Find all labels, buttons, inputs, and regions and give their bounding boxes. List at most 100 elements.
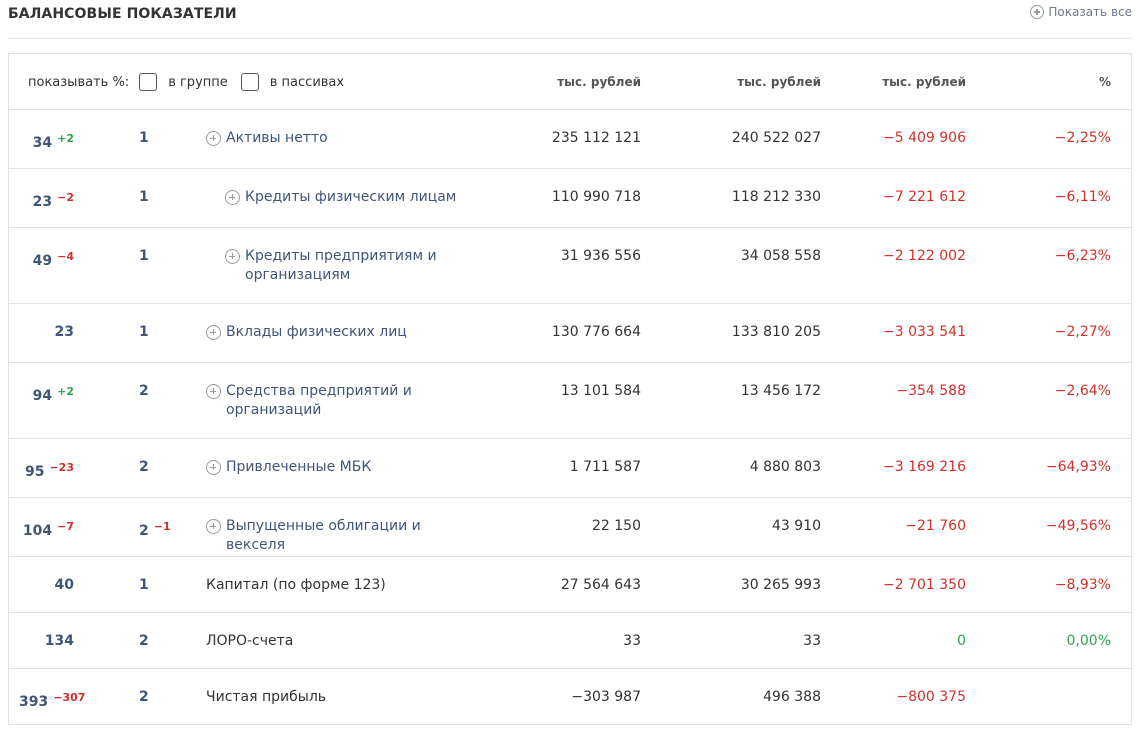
rank-delta: −307 xyxy=(53,691,86,704)
indicator-name: ЛОРО-счета xyxy=(206,633,294,649)
value-current: 235 112 121 xyxy=(551,130,641,146)
rank-value: 95 xyxy=(24,464,45,480)
expand-plus-icon[interactable] xyxy=(206,384,221,399)
indicator-name-cell: Чистая прибыль xyxy=(206,688,476,707)
group-value: 2 xyxy=(139,689,149,705)
group-value: 1 xyxy=(139,577,149,593)
group-cell: 2 −1 xyxy=(139,517,199,541)
in-group-label: в группе xyxy=(168,74,228,90)
value-current: 130 776 664 xyxy=(551,324,641,340)
indicator-name-cell[interactable]: Вклады физических лиц xyxy=(206,323,476,342)
in-liabilities-checkbox[interactable] xyxy=(240,73,259,91)
table-header: показывать %: в группе в пассивах тыс. р… xyxy=(9,54,1131,110)
expand-plus-icon[interactable] xyxy=(206,131,221,146)
indicator-name-cell[interactable]: Кредиты предприятиям и организациям xyxy=(225,247,495,285)
group-value: 2 xyxy=(139,523,149,539)
group-delta: −1 xyxy=(153,520,171,533)
rank-delta: −7 xyxy=(57,520,74,533)
indicator-name[interactable]: Вклады физических лиц xyxy=(226,323,407,342)
value-previous: 43 910 xyxy=(772,518,821,534)
percent-options: показывать %: в группе в пассивах xyxy=(28,54,344,110)
indicator-name-cell: ЛОРО-счета xyxy=(206,632,476,651)
rank-cell: 95 −23 xyxy=(19,458,74,482)
value-change: −5 409 906 xyxy=(883,130,966,146)
value-previous: 4 880 803 xyxy=(749,459,821,475)
rank-cell: 23 −2 xyxy=(19,188,74,212)
table-row: 23 1 Вклады физических лиц 130 776 664 133 8… xyxy=(9,304,1131,363)
rank-cell: 49 −4 xyxy=(19,247,74,271)
indicator-name-cell[interactable]: Привлеченные МБК xyxy=(206,458,476,477)
rank-value: 49 xyxy=(32,253,53,269)
group-cell: 2 xyxy=(139,458,199,477)
indicator-name[interactable]: Привлеченные МБК xyxy=(226,458,371,477)
indicator-name-cell[interactable]: Кредиты физическим лицам xyxy=(225,188,495,207)
indicator-name[interactable]: Кредиты физическим лицам xyxy=(245,188,456,207)
percent-change: −49,56% xyxy=(1045,518,1111,534)
rank-value: 40 xyxy=(54,577,74,593)
page-title: БАЛАНСОВЫЕ ПОКАЗАТЕЛИ xyxy=(8,6,237,22)
expand-plus-icon[interactable] xyxy=(206,519,221,534)
rank-value: 23 xyxy=(54,324,74,340)
group-value: 2 xyxy=(139,633,149,649)
table-row: 49 −4 1 Кредиты предприятиям и организациям… xyxy=(9,228,1131,304)
percent-change: 0,00% xyxy=(1066,633,1111,649)
value-current: 33 xyxy=(623,633,641,649)
value-previous: 496 388 xyxy=(763,689,821,705)
column-header-1[interactable]: тыс. рублей xyxy=(489,54,641,110)
indicator-name-cell[interactable]: Выпущенные облигации и векселя xyxy=(206,517,476,555)
rank-delta: −4 xyxy=(57,250,74,263)
value-current: 110 990 718 xyxy=(551,189,641,205)
percent-change: −6,23% xyxy=(1054,248,1111,264)
value-change: −7 221 612 xyxy=(883,189,966,205)
group-value: 1 xyxy=(139,324,149,340)
indicator-name[interactable]: Выпущенные облигации и векселя xyxy=(226,517,476,555)
indicator-name[interactable]: Активы нетто xyxy=(226,129,328,148)
indicator-name[interactable]: Средства предприятий и организаций xyxy=(226,382,476,420)
group-cell: 2 xyxy=(139,382,199,401)
table-row: 34 +2 1 Активы нетто 235 112 121 240 522 027 −… xyxy=(9,110,1131,169)
value-change: −354 588 xyxy=(896,383,966,399)
value-previous: 33 xyxy=(803,633,821,649)
group-cell: 1 xyxy=(139,576,199,595)
rank-value: 134 xyxy=(44,633,74,649)
expand-plus-icon[interactable] xyxy=(206,460,221,475)
group-value: 1 xyxy=(139,189,149,205)
expand-plus-icon[interactable] xyxy=(206,325,221,340)
indicator-name-cell: Капитал (по форме 123) xyxy=(206,576,476,595)
rank-cell: 34 +2 xyxy=(19,129,74,153)
rank-delta: +2 xyxy=(57,132,74,145)
rank-cell: 23 xyxy=(19,323,74,342)
value-previous: 34 058 558 xyxy=(740,248,821,264)
column-header-2[interactable]: тыс. рублей xyxy=(669,54,821,110)
group-value: 1 xyxy=(139,248,149,264)
indicator-name-cell[interactable]: Средства предприятий и организаций xyxy=(206,382,476,420)
percent-change: −6,11% xyxy=(1054,189,1111,205)
show-all-link[interactable]: Показать все xyxy=(1030,5,1132,19)
expand-plus-icon[interactable] xyxy=(225,249,240,264)
in-group-checkbox[interactable] xyxy=(139,73,158,91)
value-current: −303 987 xyxy=(571,689,641,705)
column-header-4[interactable]: % xyxy=(999,54,1111,110)
value-current: 22 150 xyxy=(592,518,641,534)
value-change: −2 701 350 xyxy=(883,577,966,593)
show-all-label: Показать все xyxy=(1048,5,1132,19)
rank-cell: 104 −7 xyxy=(19,517,74,541)
rank-delta: −23 xyxy=(49,461,74,474)
value-current: 27 564 643 xyxy=(560,577,641,593)
value-previous: 118 212 330 xyxy=(731,189,821,205)
expand-plus-icon[interactable] xyxy=(225,190,240,205)
rank-value: 34 xyxy=(32,135,53,151)
indicator-name: Капитал (по форме 123) xyxy=(206,577,386,593)
table-row: 95 −23 2 Привлеченные МБК 1 711 587 4 880 803… xyxy=(9,439,1131,498)
rank-cell: 134 xyxy=(19,632,74,651)
value-change: −3 169 216 xyxy=(883,459,966,475)
value-current: 31 936 556 xyxy=(560,248,641,264)
column-header-3[interactable]: тыс. рублей xyxy=(814,54,966,110)
rank-cell: 94 +2 xyxy=(19,382,74,406)
value-change: −21 760 xyxy=(905,518,966,534)
indicator-name-cell[interactable]: Активы нетто xyxy=(206,129,476,148)
rank-value: 393 xyxy=(19,694,49,710)
indicator-name[interactable]: Кредиты предприятиям и организациям xyxy=(245,247,495,285)
table-row: 23 −2 1 Кредиты физическим лицам 110 990 718… xyxy=(9,169,1131,228)
value-change: −3 033 541 xyxy=(883,324,966,340)
